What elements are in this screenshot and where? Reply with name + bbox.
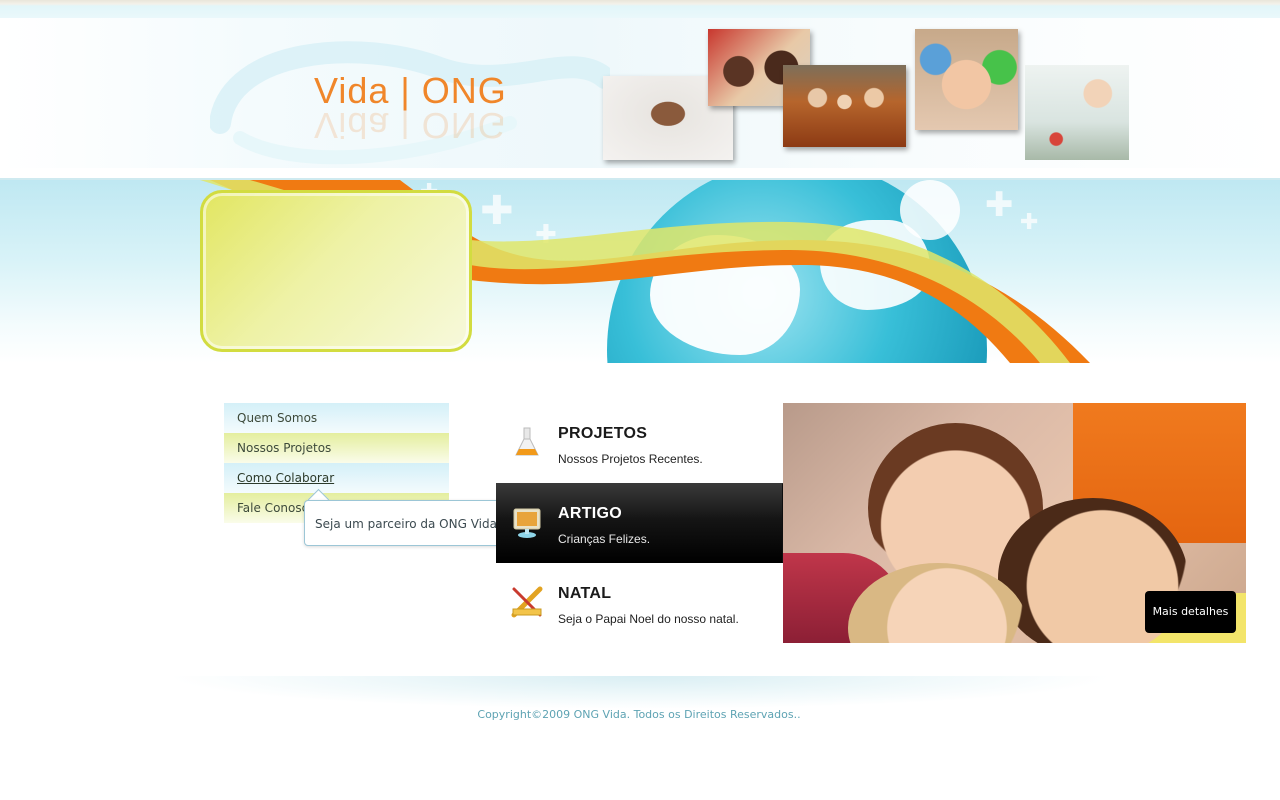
menu-tooltip: Seja um parceiro da ONG Vida: [304, 500, 501, 546]
ribbon-swoosh: [200, 180, 1090, 363]
feature-natal[interactable]: NATAL Seja o Papai Noel do nosso natal.: [496, 563, 786, 643]
copyright-text: Copyright©2009 ONG Vida. Todos os Direit…: [477, 708, 801, 721]
logo-reflection: Vida | ONG: [314, 105, 507, 146]
more-details-button[interactable]: Mais detalhes: [1145, 591, 1236, 633]
menu-item-como-colaborar[interactable]: Como Colaborar: [224, 463, 449, 493]
header: Vida | ONG Vida | ONG: [0, 18, 1280, 180]
feature-subtitle: Seja o Papai Noel do nosso natal.: [558, 612, 739, 626]
flask-icon: [515, 427, 539, 456]
photo-girl-painting: [1025, 65, 1129, 160]
feature-title: PROJETOS: [558, 425, 648, 442]
monitor-icon: [513, 508, 541, 538]
feature-subtitle: Crianças Felizes.: [558, 532, 651, 546]
feature-subtitle: Nossos Projetos Recentes.: [558, 452, 703, 466]
tools-icon: [511, 586, 543, 618]
footer-glow: [170, 676, 1110, 736]
photo-girl-painted-hands: [915, 29, 1018, 130]
menu-item-nossos-projetos[interactable]: Nossos Projetos: [224, 433, 449, 463]
menu-item-quem-somos[interactable]: Quem Somos: [224, 403, 449, 433]
logo[interactable]: Vida | ONG Vida | ONG: [210, 28, 610, 168]
menu-item-label: Como Colaborar: [237, 471, 335, 485]
feature-title: NATAL: [558, 585, 612, 602]
feature-projetos[interactable]: PROJETOS Nossos Projetos Recentes.: [496, 403, 786, 483]
banner-highlight-box: [200, 190, 472, 352]
menu-item-label: Quem Somos: [237, 411, 318, 425]
browser-top-strip: [0, 0, 1280, 18]
banner: ✚ ✚ ✚ ✚ ✚: [0, 180, 1280, 363]
feature-artigo[interactable]: ARTIGO Crianças Felizes.: [496, 483, 786, 563]
menu-item-label: Nossos Projetos: [237, 441, 332, 455]
feature-title: ARTIGO: [558, 505, 623, 522]
photo-children-leaves: [783, 65, 906, 147]
